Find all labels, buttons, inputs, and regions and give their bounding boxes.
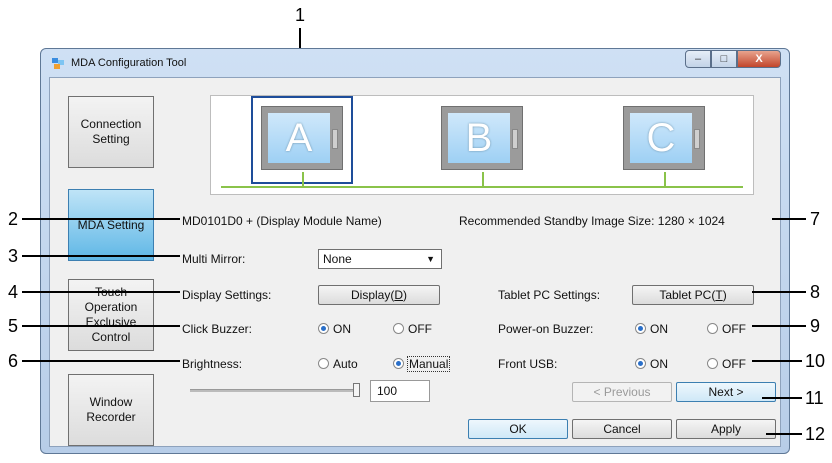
power-buzzer-off-radio[interactable] <box>707 323 718 334</box>
brightness-slider-thumb[interactable] <box>353 383 360 397</box>
display-settings-label: Display Settings: <box>182 288 272 302</box>
brightness-manual-radio[interactable] <box>393 358 404 369</box>
monitor-c[interactable]: C <box>623 106 705 170</box>
maximize-button[interactable]: □ <box>711 50 737 68</box>
display-button-text: Display( <box>350 288 395 302</box>
nav-window-recorder[interactable]: Window Recorder <box>68 374 154 446</box>
close-button[interactable]: X <box>737 50 781 68</box>
tablet-pc-button-key: T <box>715 288 723 302</box>
tablet-pc-button-text: Tablet PC( <box>659 288 716 302</box>
callout-8-line <box>752 291 806 293</box>
nav-window-recorder-label: Window Recorder <box>86 395 136 424</box>
callout-5-line <box>22 325 180 327</box>
nav-touch-operation-label: Touch Operation Exclusive Control <box>84 285 138 344</box>
callout-4-line <box>22 291 180 293</box>
monitor-b-handle <box>512 129 518 149</box>
monitor-c-handle <box>694 129 700 149</box>
callout-12: 12 <box>805 424 826 444</box>
monitor-b[interactable]: B <box>441 106 523 170</box>
apply-button[interactable]: Apply <box>676 419 776 439</box>
callout-9: 9 <box>810 316 821 336</box>
monitor-c-screen: C <box>630 113 692 163</box>
display-button-key: D <box>394 288 403 302</box>
power-buzzer-on-text: ON <box>650 322 668 336</box>
monitor-a-screen: A <box>268 113 330 163</box>
multi-mirror-label: Multi Mirror: <box>182 252 246 266</box>
next-button[interactable]: Next > <box>676 382 776 402</box>
callout-3: 3 <box>8 246 19 266</box>
chevron-down-icon: ▼ <box>426 254 435 264</box>
standby-size-label: Recommended Standby Image Size: 1280 × 1… <box>459 214 725 228</box>
monitor-b-link <box>482 172 484 186</box>
monitor-panel: A B C <box>210 95 754 195</box>
app-icon <box>51 56 65 70</box>
brightness-manual-text: Manual <box>407 356 451 372</box>
callout-2: 2 <box>8 209 19 229</box>
brightness-slider-track[interactable] <box>190 389 360 392</box>
power-buzzer-label: Power-on Buzzer: <box>498 322 594 336</box>
callout-10: 10 <box>805 351 826 371</box>
front-usb-off-radio[interactable] <box>707 358 718 369</box>
callout-5: 5 <box>8 316 19 336</box>
multi-mirror-value: None <box>323 252 352 266</box>
callout-8: 8 <box>810 282 821 302</box>
callout-11-line <box>762 397 802 399</box>
display-button-close: ) <box>403 288 407 302</box>
brightness-auto-text: Auto <box>333 357 358 371</box>
brightness-value-field[interactable]: 100 <box>370 380 430 402</box>
model-label: MD0101D0 + (Display Module Name) <box>182 214 382 228</box>
callout-1: 1 <box>295 5 306 25</box>
nav-mda-setting[interactable]: MDA Setting <box>68 189 154 261</box>
callout-2-line <box>22 218 180 220</box>
callout-4: 4 <box>8 282 19 302</box>
power-buzzer-off-text: OFF <box>722 322 746 336</box>
monitor-a-link <box>302 172 304 186</box>
click-buzzer-off-text: OFF <box>408 322 432 336</box>
callout-6-line <box>22 360 180 362</box>
brightness-label: Brightness: <box>182 357 243 371</box>
client-area: Connection Setting MDA Setting Touch Ope… <box>49 77 781 447</box>
tablet-settings-label: Tablet PC Settings: <box>498 288 601 302</box>
monitor-c-link <box>664 172 666 186</box>
power-buzzer-on-radio[interactable] <box>635 323 646 334</box>
front-usb-label: Front USB: <box>498 357 558 371</box>
callout-7: 7 <box>810 209 821 229</box>
front-usb-on-text: ON <box>650 357 668 371</box>
previous-button[interactable]: < Previous <box>572 382 672 402</box>
display-button[interactable]: Display(D) <box>318 285 440 305</box>
window-controls: – □ X <box>685 50 781 70</box>
click-buzzer-label: Click Buzzer: <box>182 322 253 336</box>
front-usb-off-text: OFF <box>722 357 746 371</box>
nav-touch-operation[interactable]: Touch Operation Exclusive Control <box>68 279 154 351</box>
ok-button[interactable]: OK <box>468 419 568 439</box>
callout-9-line <box>752 325 806 327</box>
click-buzzer-off-radio[interactable] <box>393 323 404 334</box>
front-usb-on-radio[interactable] <box>635 358 646 369</box>
brightness-auto-radio[interactable] <box>318 358 329 369</box>
cancel-button[interactable]: Cancel <box>572 419 672 439</box>
nav-connection-setting[interactable]: Connection Setting <box>68 96 154 168</box>
click-buzzer-on-radio[interactable] <box>318 323 329 334</box>
callout-6: 6 <box>8 351 19 371</box>
model-prefix: MD0101D0 + <box>182 214 257 228</box>
callout-7-line <box>772 218 806 220</box>
nav-connection-setting-label: Connection Setting <box>80 117 142 146</box>
window-title: MDA Configuration Tool <box>71 57 187 69</box>
app-window: MDA Configuration Tool – □ X Connection … <box>40 48 790 454</box>
tablet-pc-button-close: ) <box>722 288 727 302</box>
model-name: (Display Module Name) <box>256 214 382 228</box>
minimize-button[interactable]: – <box>685 50 711 68</box>
callout-12-line <box>766 433 802 435</box>
click-buzzer-on-text: ON <box>333 322 351 336</box>
connection-line <box>221 186 743 188</box>
multi-mirror-select[interactable]: None ▼ <box>318 249 442 269</box>
callout-11: 11 <box>805 388 824 408</box>
callout-10-line <box>752 360 802 362</box>
monitor-a-handle <box>332 129 338 149</box>
tablet-pc-button[interactable]: Tablet PC(T) <box>632 285 754 305</box>
monitor-b-screen: B <box>448 113 510 163</box>
monitor-a[interactable]: A <box>261 106 343 170</box>
callout-3-line <box>22 255 180 257</box>
